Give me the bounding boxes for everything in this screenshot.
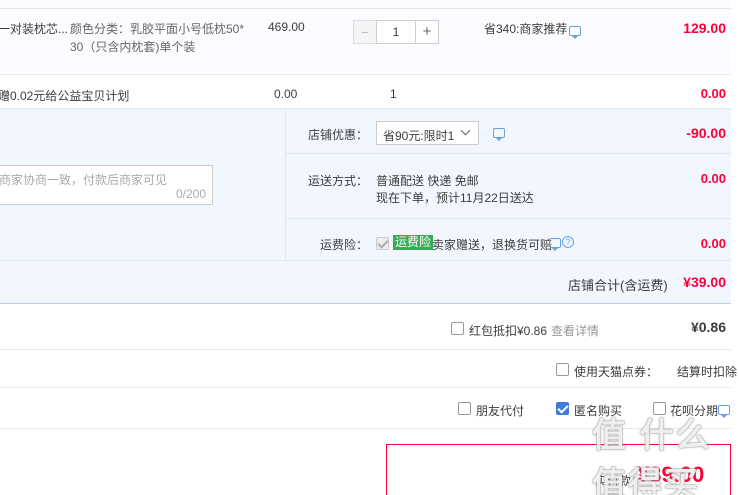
buyer-message-input[interactable]: 商家协商一致，付款后商家可见 0/200: [0, 165, 213, 205]
item-title-link[interactable]: 一对装枕芯...: [0, 20, 68, 37]
chat-icon[interactable]: [493, 128, 505, 141]
divider: [285, 153, 731, 154]
chevron-down-icon: [460, 125, 471, 136]
divider: [0, 8, 731, 9]
shipping-method: 普通配送 快递 免邮: [376, 174, 479, 188]
anonymous-checkbox[interactable]: [556, 402, 569, 415]
quantity-minus-button[interactable]: −: [353, 20, 377, 44]
friend-pay-checkbox[interactable]: [458, 402, 471, 415]
item-subtotal: 129.00: [683, 20, 726, 36]
insurance-label: 运费险：: [320, 238, 369, 252]
shop-discount-amount: -90.00: [686, 125, 726, 141]
redpacket-details-link[interactable]: 查看详情: [551, 322, 599, 339]
shipping-label: 运送方式：: [308, 174, 369, 188]
item-sku-line2: 30（只含内枕套)单个装: [70, 40, 196, 54]
shop-discount-select-value: 省90元:限时1: [383, 129, 455, 143]
insurance-checkbox[interactable]: [376, 237, 389, 250]
quantity-stepper: − 1 +: [353, 20, 439, 44]
chat-icon[interactable]: [569, 26, 581, 39]
buyer-message-count: 0/200: [175, 187, 206, 201]
item-promo: 省340:商家推荐: [484, 22, 568, 36]
help-icon[interactable]: ?: [562, 236, 574, 248]
shipping-amount: 0.00: [700, 171, 726, 186]
shop-discount-label: 店铺优惠：: [308, 128, 369, 142]
charity-label: 赠0.02元给公益宝贝计划: [0, 89, 130, 103]
friend-pay-label: 朋友代付: [476, 404, 525, 418]
coupon-note: 结算时扣除: [677, 365, 738, 379]
redpacket-checkbox[interactable]: [451, 322, 464, 335]
divider: [0, 387, 731, 388]
divider: [0, 260, 731, 261]
watermark-logo: 值 什么值得买: [592, 417, 712, 495]
charity-subtotal: 0.00: [700, 86, 726, 101]
divider: [0, 74, 731, 75]
insurance-desc: 卖家赠送，退换货可赔: [432, 238, 553, 252]
charity-price: 0.00: [274, 87, 298, 101]
buyer-message-placeholder: 商家协商一致，付款后商家可见: [0, 173, 168, 187]
divider: [0, 349, 731, 350]
insurance-badge: 运费险: [393, 235, 434, 250]
redpacket-amount: ¥0.86: [690, 319, 726, 335]
shop-discount-select[interactable]: 省90元:限时1: [376, 121, 479, 145]
divider: [285, 218, 731, 219]
charity-qty: 1: [390, 87, 397, 101]
shop-total-amount: ¥39.00: [683, 274, 726, 290]
redpacket-label: 红包抵扣¥0.86: [469, 324, 548, 338]
chat-icon[interactable]: [549, 238, 561, 251]
insurance-amount: 0.00: [700, 236, 726, 251]
shipping-eta: 现在下单，预计11月22日送达: [376, 191, 534, 205]
quantity-input[interactable]: 1: [376, 20, 416, 44]
divider: [285, 108, 286, 260]
coupon-label: 使用天猫点券：: [574, 365, 659, 379]
coupon-checkbox[interactable]: [556, 363, 569, 376]
quantity-plus-button[interactable]: +: [415, 20, 439, 44]
item-price: 469.00: [268, 20, 305, 34]
item-sku-line1: 颜色分类：乳胶平面小号低枕50*: [70, 22, 245, 36]
